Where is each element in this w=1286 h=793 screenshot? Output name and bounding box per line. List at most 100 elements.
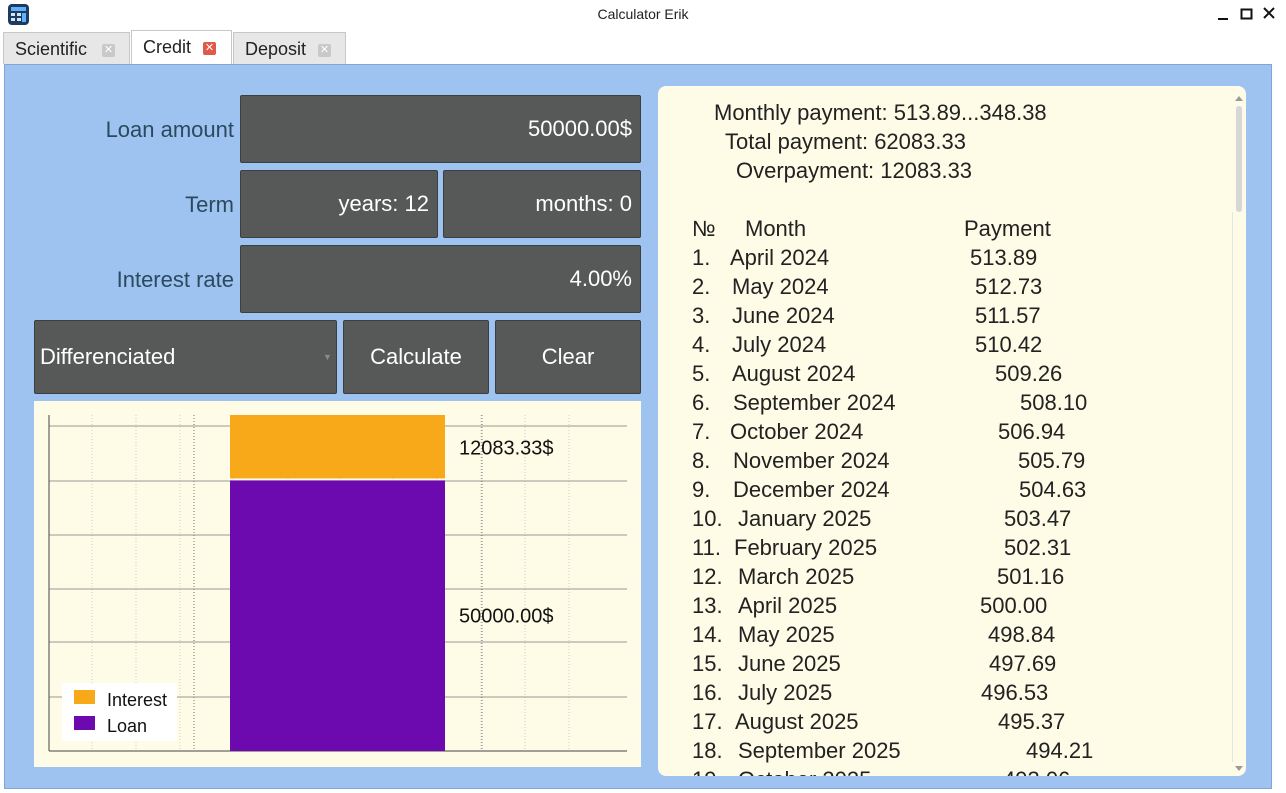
- term-months-input[interactable]: months: 0: [443, 170, 641, 238]
- maximize-icon: [1240, 8, 1253, 20]
- tab-deposit[interactable]: Deposit ✕: [233, 32, 346, 64]
- row-payment: 505.79: [1018, 448, 1086, 473]
- column-header-payment: Payment: [964, 216, 1051, 241]
- row-month: March 2025: [738, 564, 855, 589]
- column-header-num: №: [692, 216, 716, 241]
- row-number: 15.: [692, 651, 723, 676]
- row-month: April 2025: [738, 593, 838, 618]
- row-number: 5.: [692, 361, 711, 386]
- results-panel: Monthly payment: 513.89...348.38 Total p…: [658, 86, 1246, 776]
- row-month: September 2024: [733, 390, 896, 415]
- row-month: October 2024: [730, 419, 864, 444]
- row-number: 17.: [692, 709, 723, 734]
- row-month: June 2025: [738, 651, 841, 676]
- loan-bar: [230, 480, 445, 751]
- interest-bar-label: 12083.33$: [459, 438, 554, 460]
- row-number: 18.: [692, 738, 723, 763]
- row-number: 12.: [692, 564, 723, 589]
- row-month: July 2024: [732, 332, 827, 357]
- row-payment: 504.63: [1019, 477, 1087, 502]
- row-payment: 498.84: [988, 622, 1056, 647]
- row-payment: 513.89: [970, 245, 1038, 270]
- loan-legend-label: Loan: [107, 716, 147, 736]
- total-payment-text: Total payment: 62083.33: [725, 129, 966, 154]
- loan-bar-label: 50000.00$: [459, 606, 554, 628]
- row-number: 16.: [692, 680, 723, 705]
- payment-type-select[interactable]: Differenciated ▼: [34, 320, 337, 394]
- row-payment: 493.06: [1003, 767, 1070, 776]
- loan-amount-label: Loan amount: [105, 117, 234, 142]
- close-icon: [1263, 7, 1275, 19]
- row-payment: 511.57: [975, 303, 1041, 328]
- row-month: September 2025: [738, 738, 901, 763]
- row-number: 11.: [692, 535, 721, 560]
- window-title: Calculator Erik: [597, 6, 689, 22]
- tab-label: Credit: [143, 37, 192, 57]
- row-number: 7.: [692, 419, 711, 444]
- row-month: June 2024: [732, 303, 835, 328]
- interest-rate-label: Interest rate: [116, 267, 234, 292]
- row-month: December 2024: [733, 477, 890, 502]
- loan-amount-input[interactable]: 50000.00$: [240, 95, 641, 163]
- tab-scientific[interactable]: Scientific ✕: [3, 32, 130, 64]
- row-number: 3.: [692, 303, 711, 328]
- chevron-down-icon: ▼: [323, 352, 332, 362]
- close-tab-icon[interactable]: ✕: [102, 44, 115, 57]
- monthly-payment-text: Monthly payment: 513.89...348.38: [714, 100, 1047, 125]
- interest-rate-input[interactable]: 4.00%: [240, 245, 641, 313]
- row-number: 4.: [692, 332, 711, 357]
- row-number: 19.: [692, 767, 723, 776]
- tab-credit[interactable]: Credit ✕: [131, 30, 232, 64]
- row-payment: 512.73: [975, 274, 1043, 299]
- minimize-icon: [1218, 18, 1228, 20]
- row-number: 8.: [692, 448, 711, 473]
- row-payment: 503.47: [1004, 506, 1072, 531]
- row-payment: 508.10: [1020, 390, 1088, 415]
- row-payment: 509.26: [995, 361, 1063, 386]
- row-payment: 495.37: [998, 709, 1066, 734]
- chart-plot: 50000.00$ 12083.33$ Interest Loan: [48, 415, 627, 752]
- tab-bar: Scientific ✕ Credit ✕ Deposit ✕: [0, 30, 1286, 64]
- row-payment: 510.42: [975, 332, 1043, 357]
- minimize-button[interactable]: [1215, 5, 1233, 23]
- row-month: April 2024: [730, 245, 830, 270]
- row-payment: 494.21: [1026, 738, 1094, 763]
- stacked-bar-chart: 50000.00$ 12083.33$ Interest Loan: [34, 401, 641, 767]
- row-number: 10.: [692, 506, 723, 531]
- row-month: July 2025: [738, 680, 833, 705]
- tab-label: Deposit: [245, 39, 307, 59]
- row-number: 14.: [692, 622, 723, 647]
- scrollbar-thumb: [1236, 106, 1242, 212]
- row-month: January 2025: [738, 506, 872, 531]
- clear-button[interactable]: Clear: [495, 320, 641, 394]
- row-number: 13.: [692, 593, 723, 618]
- row-month: August 2024: [732, 361, 856, 386]
- row-number: 9.: [692, 477, 711, 502]
- row-payment: 501.16: [997, 564, 1065, 589]
- row-month: November 2024: [733, 448, 890, 473]
- term-years-input[interactable]: years: 12: [240, 170, 438, 238]
- row-payment: 497.69: [989, 651, 1057, 676]
- interest-legend-swatch: [74, 690, 95, 704]
- row-month: May 2024: [732, 274, 829, 299]
- payment-type-value: Differenciated: [40, 344, 176, 369]
- row-month: October 2025: [738, 767, 871, 776]
- maximize-button[interactable]: [1238, 5, 1256, 23]
- overpayment-text: Overpayment: 12083.33: [736, 158, 973, 183]
- row-payment: 496.53: [981, 680, 1049, 705]
- close-window-button[interactable]: [1261, 5, 1279, 23]
- scroll-down-icon: [1235, 766, 1243, 771]
- loan-legend-swatch: [74, 716, 95, 730]
- title-bar: Calculator Erik: [0, 0, 1286, 30]
- interest-legend-label: Interest: [107, 690, 167, 710]
- close-tab-icon[interactable]: ✕: [318, 44, 331, 57]
- row-month: May 2025: [738, 622, 835, 647]
- interest-bar: [230, 415, 445, 479]
- row-payment: 502.31: [1004, 535, 1072, 560]
- row-payment: 506.94: [998, 419, 1066, 444]
- results-scrollbar[interactable]: [1232, 92, 1246, 776]
- calculate-button[interactable]: Calculate: [343, 320, 489, 394]
- row-month: August 2025: [735, 709, 859, 734]
- row-month: February 2025: [734, 535, 878, 560]
- close-tab-icon[interactable]: ✕: [203, 42, 216, 55]
